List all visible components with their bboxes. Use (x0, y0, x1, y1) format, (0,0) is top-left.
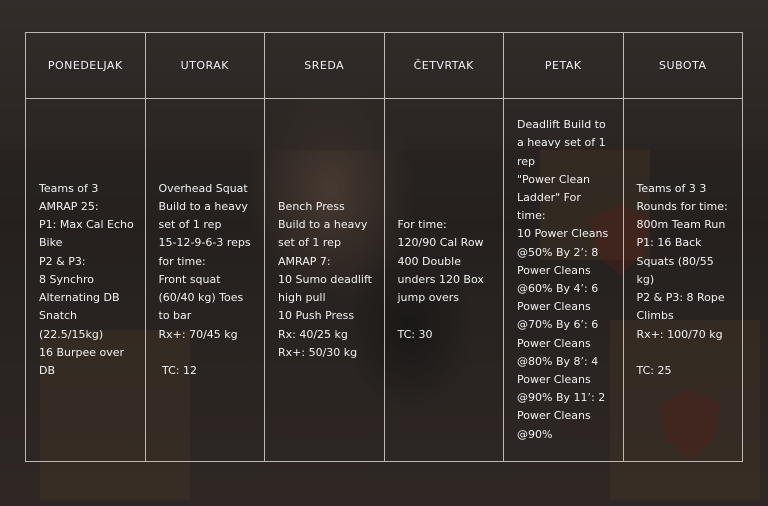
schedule-header-row: PONEDELJAK UTORAK SREDA ČETVRTAK PETAK S… (25, 32, 743, 99)
workout-subota: Teams of 3 3 Rounds for time: 800m Team … (622, 98, 743, 462)
day-header-ponedeljak: PONEDELJAK (25, 32, 146, 99)
schedule-workout-row: Teams of 3 AMRAP 25: P1: Max Cal Echo Bi… (25, 98, 743, 462)
workout-sreda: Bench Press Build to a heavy set of 1 re… (264, 98, 385, 462)
day-header-utorak: UTORAK (144, 32, 265, 99)
day-header-subota: SUBOTA (622, 32, 743, 99)
day-header-cetvrtak: ČETVRTAK (383, 32, 504, 99)
workout-utorak: Overhead Squat Build to a heavy set of 1… (144, 98, 265, 462)
weekly-schedule-table: PONEDELJAK UTORAK SREDA ČETVRTAK PETAK S… (25, 32, 743, 462)
workout-ponedeljak: Teams of 3 AMRAP 25: P1: Max Cal Echo Bi… (25, 98, 146, 462)
day-header-sreda: SREDA (264, 32, 385, 99)
day-header-petak: PETAK (503, 32, 624, 99)
workout-cetvrtak: For time: 120/90 Cal Row 400 Double unde… (383, 98, 504, 462)
workout-petak: Deadlift Build to a heavy set of 1 rep "… (503, 98, 624, 462)
